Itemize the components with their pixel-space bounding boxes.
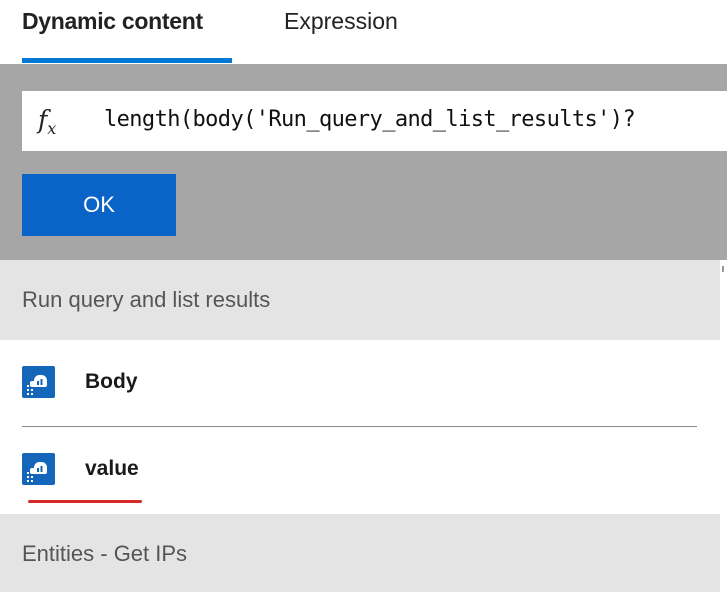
expression-input[interactable]: fx length(body('Run_query_and_list_resul… (22, 91, 727, 151)
active-tab-indicator (22, 58, 232, 63)
tab-dynamic-content[interactable]: Dynamic content (22, 8, 203, 35)
section-title: Run query and list results (22, 287, 271, 312)
scrollbar-track[interactable] (720, 260, 727, 592)
expression-text: length(body('Run_query_and_list_results'… (104, 107, 636, 132)
sentinel-icon (22, 366, 55, 398)
section-title: Entities - Get IPs (22, 541, 188, 566)
highlight-underline (28, 500, 142, 503)
scrollbar-arrow[interactable] (722, 266, 724, 272)
list-item-body[interactable]: Body (0, 340, 720, 427)
fx-subscript: x (47, 119, 57, 138)
tab-bar: Dynamic content Expression (0, 0, 727, 64)
expression-panel: fx length(body('Run_query_and_list_resul… (0, 64, 727, 260)
list-item-label: Body (85, 370, 138, 393)
sentinel-icon (22, 453, 55, 485)
fx-icon: fx (38, 105, 56, 138)
section-header-run-query: Run query and list results (0, 260, 720, 340)
list-item-label: value (85, 457, 139, 480)
fx-label: f (38, 105, 48, 134)
section-header-entities-get-ips: Entities - Get IPs (0, 514, 720, 592)
ok-button[interactable]: OK (22, 174, 176, 236)
tab-expression[interactable]: Expression (284, 8, 398, 35)
